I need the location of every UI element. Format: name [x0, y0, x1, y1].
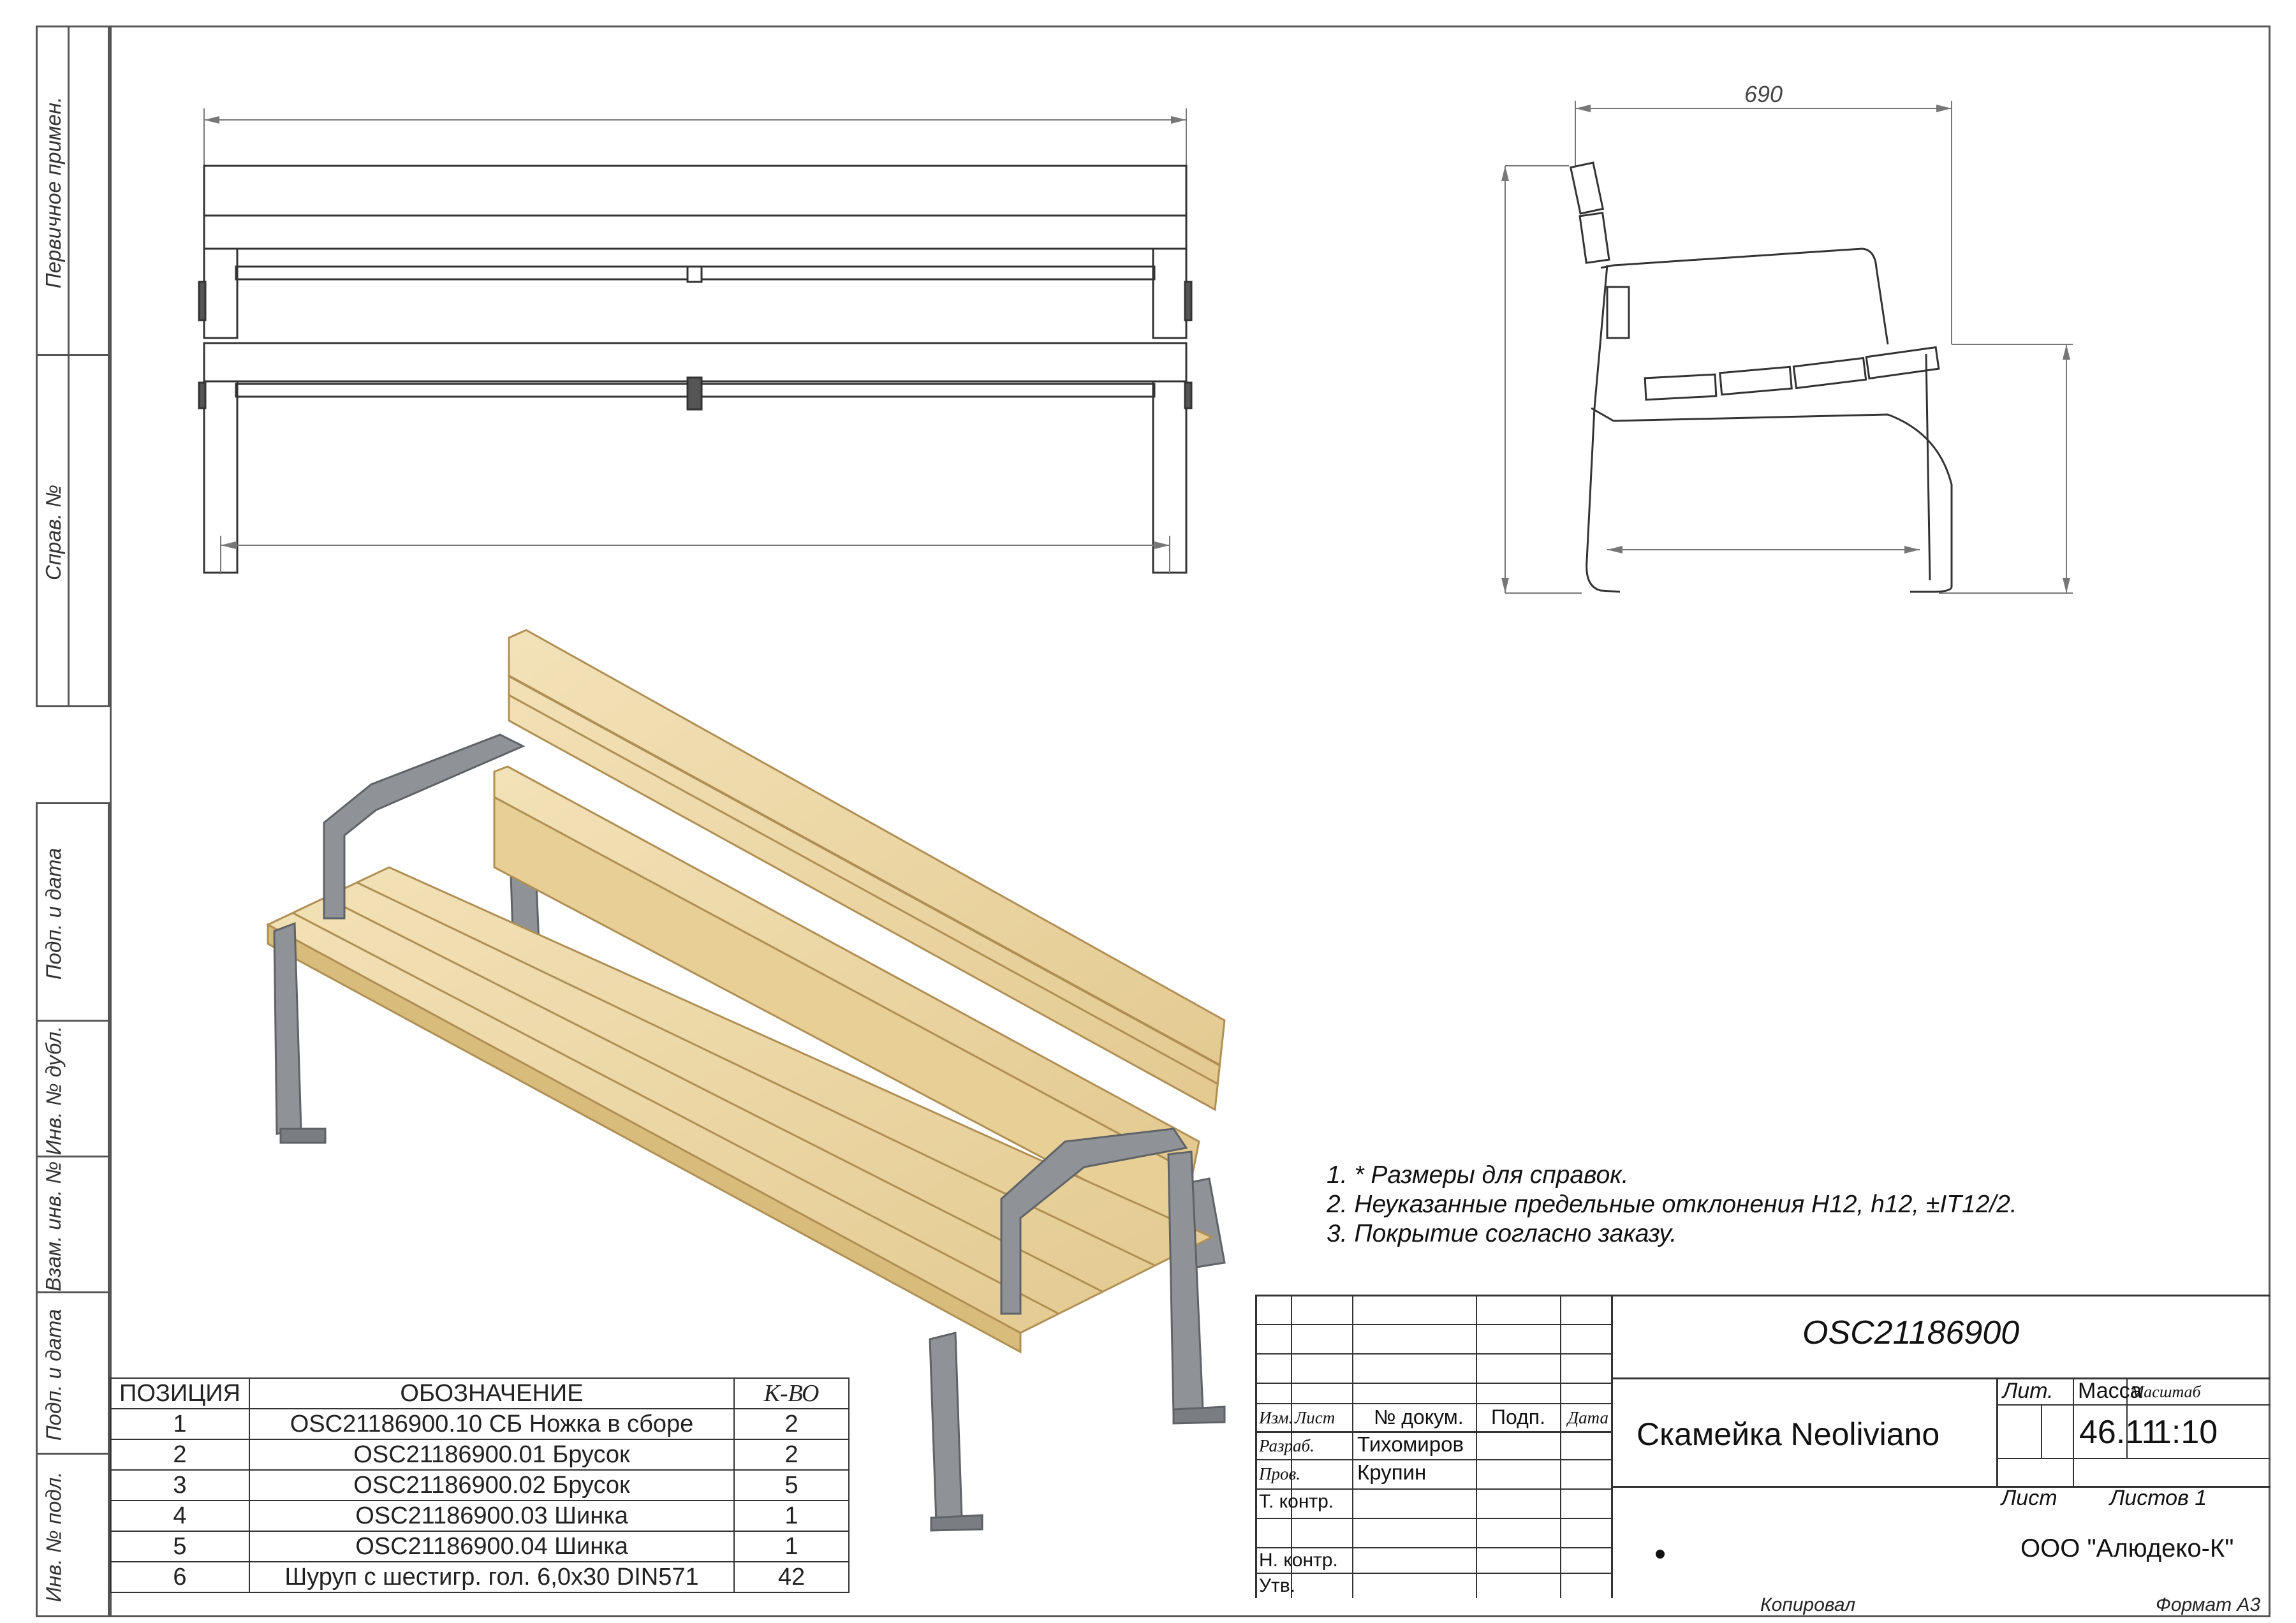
side-view-drawing: 690	[1501, 81, 2073, 594]
cell-position: 1	[110, 1408, 250, 1440]
side-label: Справ. №	[41, 485, 65, 580]
side-cell-sign-date-2: Подп. и дата	[36, 1291, 110, 1455]
table-row: 6 Шуруп с шестигр. гол. 6,0х30 DIN571 42	[110, 1561, 850, 1593]
company-name: ООО "Алюдеко-К"	[2020, 1534, 2234, 1562]
document-number: OSC21186900	[1802, 1314, 2020, 1351]
side-label: Взам. инв. №	[41, 1161, 66, 1292]
sheet-label: Лист	[2001, 1486, 2057, 1510]
role-approve-label: Утв.	[1259, 1575, 1296, 1596]
table-row: 5 OSC21186900.04 Шинка 1	[110, 1531, 850, 1562]
cell-designation: OSC21186900.01 Брусок	[249, 1439, 735, 1471]
bullet-dot	[1656, 1550, 1665, 1559]
side-cell-primary-use: Первичное примен.	[36, 26, 110, 356]
side-cell-replace-inv: Взам. инв. №	[36, 1156, 110, 1293]
role-developer-label: Разраб.	[1259, 1436, 1314, 1455]
side-cell-sign-date-1: Подп. и дата	[36, 802, 110, 1022]
side-label: Первичное примен.	[41, 96, 66, 289]
technical-notes: 1. * Размеры для справок. 2. Неуказанные…	[1327, 1161, 2017, 1249]
cell-quantity: 1	[733, 1531, 850, 1562]
role-ncontrol-label: Н. контр.	[1259, 1550, 1338, 1571]
col-list: Лист	[1295, 1408, 1336, 1427]
side-stamp: Первичное примен. Справ. № Подп. и дата …	[36, 26, 110, 1617]
table-row: 3 OSC21186900.02 Брусок 5	[110, 1469, 850, 1501]
header-quantity: К-ВО	[733, 1377, 850, 1409]
col-date: Дата	[1568, 1408, 1609, 1427]
header-position: ПОЗИЦИЯ	[110, 1377, 250, 1409]
role-tcontrol-label: Т. контр.	[1259, 1491, 1334, 1512]
cell-quantity: 1	[733, 1500, 850, 1532]
cell-designation: OSC21186900.03 Шинка	[249, 1500, 735, 1532]
side-label: Инв. № подл.	[41, 1471, 65, 1603]
cell-designation: OSC21186900.10 СБ Ножка в сборе	[249, 1408, 735, 1440]
spec-header-row: ПОЗИЦИЯ ОБОЗНАЧЕНИЕ К-ВО	[110, 1377, 850, 1409]
note-3: 3. Покрытие согласно заказу.	[1327, 1220, 1677, 1247]
cell-quantity: 42	[733, 1561, 850, 1593]
col-doc: № докум.	[1374, 1406, 1464, 1428]
role-checker-label: Пров.	[1259, 1464, 1300, 1483]
title-block: Изм. Лист № докум. Подп. Дата Разраб. Ти…	[1255, 1295, 2270, 1598]
note-2: 2. Неуказанные предельные отклонения H12…	[1327, 1191, 2017, 1218]
header-designation: ОБОЗНАЧЕНИЕ	[249, 1377, 735, 1409]
cell-designation: OSC21186900.02 Брусок	[249, 1469, 735, 1501]
cell-position: 5	[110, 1531, 250, 1562]
role-checker: Крупин	[1357, 1460, 1427, 1484]
table-row: 1 OSC21186900.10 СБ Ножка в сборе 2	[110, 1408, 850, 1440]
format-label: Формат A3	[2156, 1594, 2261, 1615]
cell-position: 2	[110, 1439, 250, 1471]
side-cell-orig-inv: Инв. № подл.	[36, 1453, 110, 1617]
table-row: 4 OSC21186900.03 Шинка 1	[110, 1500, 850, 1532]
specification-table: ПОЗИЦИЯ ОБОЗНАЧЕНИЕ К-ВО 1 OSC21186900.10…	[110, 1377, 850, 1593]
cell-position: 4	[110, 1500, 250, 1532]
dimension-690: 690	[1744, 81, 1783, 107]
lit-label: Лит.	[2003, 1379, 2054, 1403]
table-row: 2 OSC21186900.01 Брусок 2	[110, 1439, 850, 1471]
cell-designation: Шуруп с шестигр. гол. 6,0х30 DIN571	[249, 1561, 735, 1593]
side-label: Подп. и дата	[41, 1309, 65, 1441]
side-cell-ref-no: Справ. №	[36, 354, 110, 707]
front-view-drawing	[198, 108, 1193, 574]
side-cell-dup-inv: Инв. № дубл.	[36, 1020, 110, 1157]
side-label: Инв. № дубл.	[41, 1025, 66, 1156]
product-name: Скамейка Neoliviano	[1637, 1416, 1940, 1452]
sheets-label: Листов 1	[2110, 1486, 2207, 1510]
copied-label: Копировал	[1760, 1594, 1856, 1615]
cell-position: 3	[110, 1469, 250, 1501]
cell-quantity: 2	[733, 1408, 850, 1440]
cell-quantity: 2	[733, 1439, 850, 1471]
cell-position: 6	[110, 1561, 250, 1593]
mass-value: 46.11	[2079, 1414, 2160, 1451]
side-label: Подп. и дата	[41, 848, 65, 980]
cell-quantity: 5	[733, 1469, 850, 1501]
scale-value: 1:10	[2153, 1414, 2218, 1451]
scale-label: Масштаб	[2130, 1383, 2201, 1401]
col-izm: Изм.	[1259, 1408, 1293, 1427]
note-1: 1. * Размеры для справок.	[1327, 1161, 1629, 1189]
role-developer: Тихомиров	[1357, 1432, 1464, 1456]
cell-designation: OSC21186900.04 Шинка	[249, 1531, 735, 1562]
col-sign: Подп.	[1491, 1406, 1545, 1428]
